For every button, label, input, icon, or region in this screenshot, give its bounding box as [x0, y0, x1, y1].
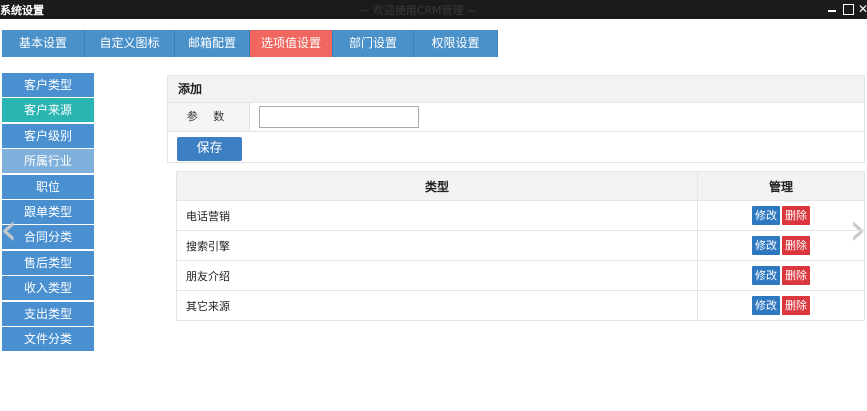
param-input[interactable] — [259, 106, 419, 128]
add-panel: 添加 参 数 保存 — [167, 75, 865, 163]
edit-button[interactable]: 修改 — [752, 206, 780, 225]
param-row: 参 数 — [168, 103, 864, 132]
tab-permission-settings[interactable]: 权限设置 — [414, 30, 498, 57]
title-bar: 系统设置 ~ 欢迎使用CRM管理 ~ ✕ — [0, 0, 867, 19]
delete-button[interactable]: 删除 — [782, 296, 810, 315]
options-table: 类型 管理 电话营销 修改 删除 搜索引擎 修改 删除 朋友介绍 修改 删除 其… — [176, 171, 865, 321]
close-icon[interactable]: ✕ — [856, 2, 867, 16]
edit-button[interactable]: 修改 — [752, 296, 780, 315]
tab-department-settings[interactable]: 部门设置 — [333, 30, 414, 57]
column-header-type: 类型 — [176, 171, 698, 201]
sidebar-item-position[interactable]: 职位 — [2, 174, 94, 199]
tab-option-values[interactable]: 选项值设置 — [250, 30, 333, 57]
row-manage-cell: 修改 删除 — [697, 260, 865, 291]
sidebar-item-income-type[interactable]: 收入类型 — [2, 276, 94, 301]
row-manage-cell: 修改 删除 — [697, 230, 865, 261]
row-type-cell: 搜索引擎 — [176, 230, 698, 261]
table-row: 朋友介绍 修改 删除 — [176, 260, 865, 291]
row-manage-cell: 修改 删除 — [697, 290, 865, 321]
delete-button[interactable]: 删除 — [782, 236, 810, 255]
window-center-title: ~ 欢迎使用CRM管理 ~ — [360, 4, 477, 17]
add-panel-heading: 添加 — [168, 76, 864, 103]
tab-custom-icons[interactable]: 自定义图标 — [85, 30, 175, 57]
tab-mail-config[interactable]: 邮箱配置 — [175, 30, 250, 57]
app-window: 系统设置 ~ 欢迎使用CRM管理 ~ ✕ 基本设置 自定义图标 邮箱配置 选项值… — [0, 0, 867, 411]
sidebar-item-file-category[interactable]: 文件分类 — [2, 326, 94, 351]
minimize-icon[interactable] — [825, 2, 839, 16]
table-row: 搜索引擎 修改 删除 — [176, 230, 865, 261]
maximize-icon[interactable] — [841, 2, 855, 16]
top-tabs: 基本设置 自定义图标 邮箱配置 选项值设置 部门设置 权限设置 — [2, 30, 498, 57]
row-manage-cell: 修改 删除 — [697, 200, 865, 231]
table-header-row: 类型 管理 — [176, 171, 865, 201]
sidebar-item-customer-source[interactable]: 客户来源 — [2, 98, 94, 123]
row-type-cell: 其它来源 — [176, 290, 698, 321]
sidebar-item-expense-type[interactable]: 支出类型 — [2, 301, 94, 326]
column-header-manage: 管理 — [697, 171, 865, 201]
table-row: 电话营销 修改 删除 — [176, 200, 865, 231]
row-type-cell: 朋友介绍 — [176, 260, 698, 291]
chevron-left-icon[interactable]: ‹ — [0, 205, 18, 255]
delete-button[interactable]: 删除 — [782, 206, 810, 225]
edit-button[interactable]: 修改 — [752, 266, 780, 285]
row-type-cell: 电话营销 — [176, 200, 698, 231]
tab-basic-settings[interactable]: 基本设置 — [2, 30, 85, 57]
sidebar-item-customer-type[interactable]: 客户类型 — [2, 73, 94, 97]
param-label: 参 数 — [168, 103, 250, 131]
table-row: 其它来源 修改 删除 — [176, 290, 865, 321]
delete-button[interactable]: 删除 — [782, 266, 810, 285]
sidebar-item-customer-level[interactable]: 客户级别 — [2, 123, 94, 148]
save-button[interactable]: 保存 — [177, 137, 242, 161]
window-title: 系统设置 — [0, 4, 44, 17]
edit-button[interactable]: 修改 — [752, 236, 780, 255]
sidebar-item-industry[interactable]: 所属行业 — [2, 149, 94, 174]
